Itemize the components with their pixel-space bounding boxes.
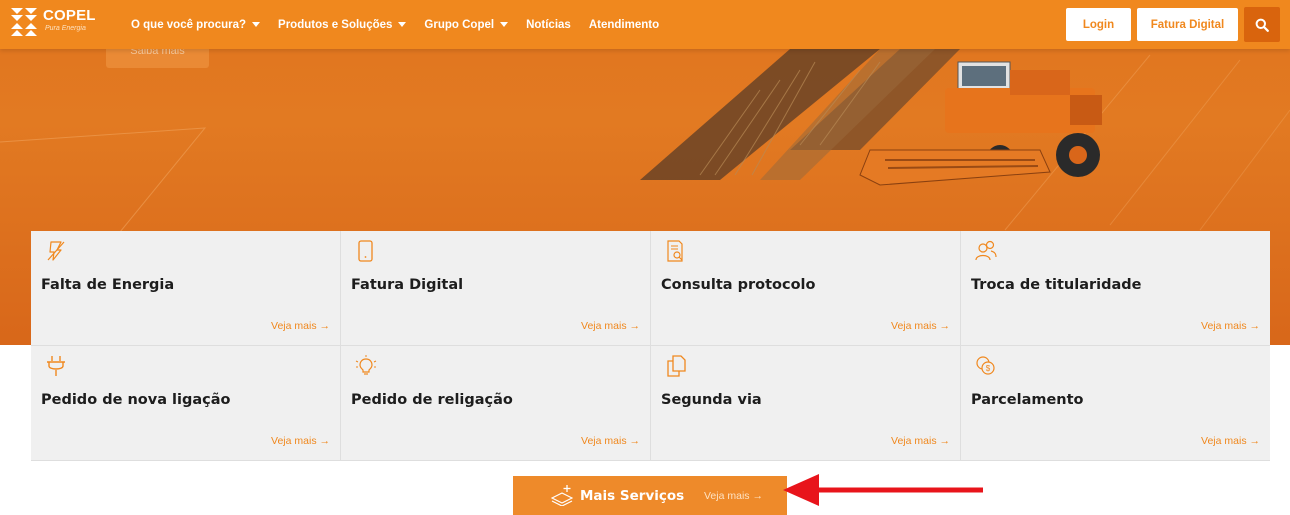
lightning-off-icon <box>47 241 65 261</box>
caret-down-icon <box>252 22 261 27</box>
logo-tagline: Pura Energia <box>45 25 86 32</box>
veja-mais-link[interactable]: Veja mais → <box>271 320 330 332</box>
service-card-pedido-de-nova-ligacao[interactable]: Pedido de nova ligação Veja mais → <box>31 346 341 461</box>
mais-servicos-label: Mais Serviços <box>580 488 685 504</box>
card-title: Falta de Energia <box>41 277 175 293</box>
nav-label: Atendimento <box>588 18 660 31</box>
nav-noticias[interactable]: Notícias <box>526 19 571 31</box>
layers-plus-icon <box>551 485 573 506</box>
nav-label: Grupo Copel <box>424 18 495 31</box>
nav-label: Notícias <box>526 18 571 31</box>
login-button[interactable]: Login <box>1066 8 1131 41</box>
service-card-falta-de-energia[interactable]: Falta de Energia Veja mais → <box>31 231 341 346</box>
plug-icon <box>47 356 65 376</box>
copel-homepage: Saiba mais COPEL Pura Energia O que você… <box>0 0 1290 515</box>
card-title: Pedido de nova ligação <box>41 392 231 408</box>
document-search-icon <box>667 240 683 262</box>
red-annotation-arrow-icon <box>783 474 983 506</box>
nav-atendimento[interactable]: Atendimento <box>589 19 659 31</box>
copel-logo-icon <box>11 8 37 36</box>
card-title: Segunda via <box>661 392 762 408</box>
nav-produtos-e-solucoes[interactable]: Produtos e Soluções <box>278 18 407 31</box>
card-title: Consulta protocolo <box>661 277 816 293</box>
nav-label: O que você procura? <box>131 18 247 31</box>
veja-mais-link[interactable]: Veja mais → <box>891 435 950 447</box>
card-title: Troca de titularidade <box>971 277 1142 293</box>
service-card-troca-de-titularidade[interactable]: Troca de titularidade Veja mais → <box>961 231 1270 346</box>
service-card-fatura-digital[interactable]: Fatura Digital Veja mais → <box>341 231 651 346</box>
veja-mais-link[interactable]: Veja mais → <box>891 320 950 332</box>
svg-text:$: $ <box>986 364 991 373</box>
fatura-digital-button[interactable]: Fatura Digital <box>1137 8 1238 41</box>
search-button[interactable] <box>1244 7 1280 42</box>
lightbulb-icon <box>355 355 377 375</box>
mais-servicos-button[interactable]: Mais Serviços Veja mais → <box>513 476 787 515</box>
nav-grupo-copel[interactable]: Grupo Copel <box>424 18 509 31</box>
services-grid: Falta de Energia Veja mais → Fatura Digi… <box>31 231 1270 461</box>
veja-mais-link[interactable]: Veja mais → <box>271 435 330 447</box>
veja-mais-link[interactable]: Veja mais → <box>704 490 763 502</box>
service-card-segunda-via[interactable]: Segunda via Veja mais → <box>651 346 961 461</box>
service-card-consulta-protocolo[interactable]: Consulta protocolo Veja mais → <box>651 231 961 346</box>
nav-o-que-voce-procura[interactable]: O que você procura? <box>131 18 261 31</box>
smartphone-icon <box>358 240 373 262</box>
service-card-pedido-de-religacao[interactable]: Pedido de religação Veja mais → <box>341 346 651 461</box>
coins-icon: $ <box>976 356 995 375</box>
card-title: Pedido de religação <box>351 392 513 408</box>
service-card-parcelamento[interactable]: $ Parcelamento Veja mais → <box>961 346 1270 461</box>
search-icon <box>1255 18 1269 32</box>
veja-mais-link[interactable]: Veja mais → <box>1201 435 1260 447</box>
veja-mais-link[interactable]: Veja mais → <box>581 435 640 447</box>
card-title: Parcelamento <box>971 392 1084 408</box>
caret-down-icon <box>500 22 509 27</box>
caret-down-icon <box>398 22 407 27</box>
card-title: Fatura Digital <box>351 277 464 293</box>
copel-logo[interactable]: COPEL Pura Energia <box>11 8 101 40</box>
users-icon <box>975 240 997 261</box>
logo-name: COPEL <box>43 7 96 24</box>
top-navbar: COPEL Pura Energia O que você procura? P… <box>0 0 1290 49</box>
copy-document-icon <box>667 355 686 377</box>
veja-mais-link[interactable]: Veja mais → <box>581 320 640 332</box>
veja-mais-link[interactable]: Veja mais → <box>1201 320 1260 332</box>
main-nav: O que você procura? Produtos e Soluções … <box>131 0 659 49</box>
nav-label: Produtos e Soluções <box>278 18 393 31</box>
